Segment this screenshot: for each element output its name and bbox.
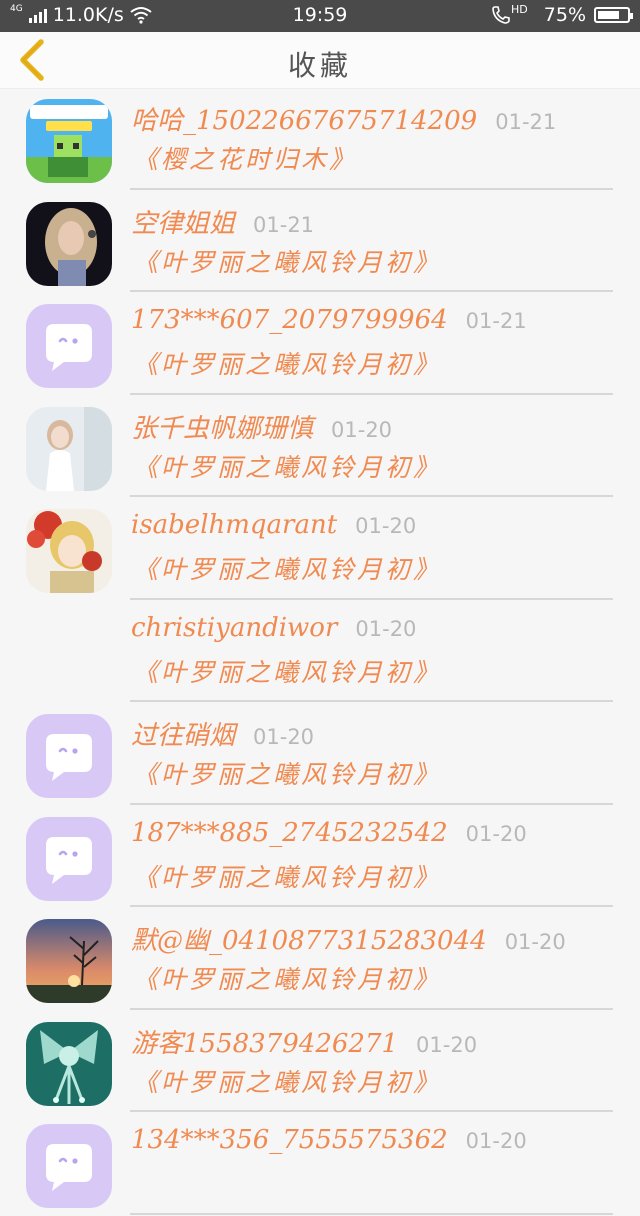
book-title[interactable]: 《叶罗丽之曦风铃月初》: [133, 755, 441, 791]
avatar[interactable]: [26, 919, 112, 1003]
list-item[interactable]: 173***607_2079799964 01-21 《叶罗丽之曦风铃月初》: [0, 293, 640, 396]
list-item[interactable]: 默@幽_0410877315283044 01-20 《叶罗丽之曦风铃月初》: [0, 908, 640, 1011]
name-line: 张千虫帆娜珊慎 01-20: [131, 408, 393, 445]
battery-percent: 75%: [543, 4, 586, 26]
user-name[interactable]: 过往硝烟: [131, 715, 235, 752]
book-title[interactable]: 《叶罗丽之曦风铃月初》: [133, 653, 441, 689]
user-name[interactable]: 187***885_2745232542: [131, 818, 448, 848]
user-name[interactable]: 空律姐姐: [131, 203, 235, 240]
divider: [130, 290, 613, 292]
battery-icon: [594, 7, 633, 23]
list-item[interactable]: christiyandiwor 01-20 《叶罗丽之曦风铃月初》: [0, 601, 640, 704]
name-line: 过往硝烟 01-20: [131, 715, 315, 752]
avatar[interactable]: [26, 1124, 112, 1208]
divider: [130, 392, 613, 395]
divider: [130, 187, 613, 190]
book-title[interactable]: 《叶罗丽之曦风铃月初》: [133, 345, 441, 381]
date-label: 01-20: [355, 616, 417, 641]
favorites-list: 哈哈_15022667675714209 01-21 《樱之花时归木》 空律姐姐…: [0, 88, 640, 1216]
name-line: christiyandiwor 01-20: [131, 613, 416, 647]
divider: [130, 597, 613, 600]
name-line: 空律姐姐 01-21: [131, 203, 315, 240]
avatar[interactable]: [26, 816, 112, 901]
book-title[interactable]: 《樱之花时归木》: [133, 140, 357, 176]
list-item[interactable]: isabelhmqarant 01-20 《叶罗丽之曦风铃月初》: [0, 498, 640, 601]
book-title[interactable]: 《叶罗丽之曦风铃月初》: [133, 1063, 441, 1099]
date-label: 01-20: [504, 930, 566, 954]
date-label: 01-20: [465, 821, 527, 846]
date-label: 01-20: [355, 514, 417, 538]
divider: [130, 1007, 613, 1010]
name-line: 187***885_2745232542 01-20: [131, 818, 527, 852]
divider: [130, 1110, 613, 1112]
list-item[interactable]: 过往硝烟 01-20 《叶罗丽之曦风铃月初》: [0, 703, 640, 806]
name-line: isabelhmqarant 01-20: [131, 510, 416, 544]
avatar[interactable]: [26, 406, 112, 491]
date-label: 01-20: [253, 725, 315, 749]
avatar[interactable]: [26, 714, 112, 798]
name-line: 游客1558379426271 01-20: [131, 1023, 478, 1060]
book-title[interactable]: 《叶罗丽之曦风铃月初》: [133, 960, 441, 996]
page-title: 收藏: [287, 49, 352, 82]
name-line: 默@幽_0410877315283044 01-20: [131, 920, 566, 957]
book-title[interactable]: 《叶罗丽之曦风铃月初》: [133, 550, 441, 586]
book-title[interactable]: 《叶罗丽之曦风铃月初》: [133, 448, 441, 484]
book-title[interactable]: 《叶罗丽之曦风铃月初》: [133, 858, 441, 894]
avatar[interactable]: [26, 304, 112, 388]
date-label: 01-20: [416, 1032, 478, 1057]
user-name[interactable]: 张千虫帆娜珊慎: [131, 408, 313, 445]
avatar[interactable]: [26, 99, 112, 183]
avatar[interactable]: [26, 612, 112, 696]
divider: [130, 905, 613, 907]
date-label: 01-21: [465, 309, 527, 333]
list-item[interactable]: 187***885_2745232542 01-20 《叶罗丽之曦风铃月初》: [0, 806, 640, 909]
avatar[interactable]: [26, 201, 112, 286]
status-bar: 4G 11.0K/s 19:59 HD 75%: [0, 0, 640, 32]
avatar[interactable]: [26, 1021, 112, 1106]
avatar[interactable]: [26, 509, 112, 593]
list-item[interactable]: 游客1558379426271 01-20 《叶罗丽之曦风铃月初》: [0, 1011, 640, 1114]
date-label: 01-21: [495, 110, 557, 134]
date-label: 01-21: [253, 212, 315, 237]
book-title[interactable]: 《叶罗丽之曦风铃月初》: [133, 243, 441, 279]
user-name[interactable]: christiyandiwor: [131, 613, 337, 643]
user-name[interactable]: 哈哈_15022667675714209: [131, 100, 477, 137]
user-name[interactable]: 游客1558379426271: [131, 1023, 398, 1060]
hd-label: HD: [511, 2, 528, 16]
list-item[interactable]: 134***356_7555575362 01-20: [0, 1113, 640, 1216]
divider: [130, 802, 613, 805]
name-line: 173***607_2079799964 01-21: [131, 305, 527, 339]
divider: [130, 1212, 613, 1215]
phone-hd-icon: [492, 6, 510, 24]
divider: [130, 700, 613, 702]
list-item[interactable]: 哈哈_15022667675714209 01-21 《樱之花时归木》: [0, 88, 640, 191]
name-line: 哈哈_15022667675714209 01-21: [131, 100, 557, 137]
user-name[interactable]: 134***356_7555575362: [131, 1125, 448, 1155]
user-name[interactable]: isabelhmqarant: [131, 510, 337, 540]
date-label: 01-20: [331, 417, 393, 442]
list-item[interactable]: 空律姐姐 01-21 《叶罗丽之曦风铃月初》: [0, 191, 640, 294]
divider: [130, 495, 613, 497]
list-item[interactable]: 张千虫帆娜珊慎 01-20 《叶罗丽之曦风铃月初》: [0, 396, 640, 499]
name-line: 134***356_7555575362 01-20: [131, 1125, 527, 1159]
date-label: 01-20: [465, 1129, 527, 1153]
user-name[interactable]: 默@幽_0410877315283044: [131, 920, 487, 957]
app-header: 收藏: [0, 32, 640, 89]
user-name[interactable]: 173***607_2079799964: [131, 305, 448, 335]
